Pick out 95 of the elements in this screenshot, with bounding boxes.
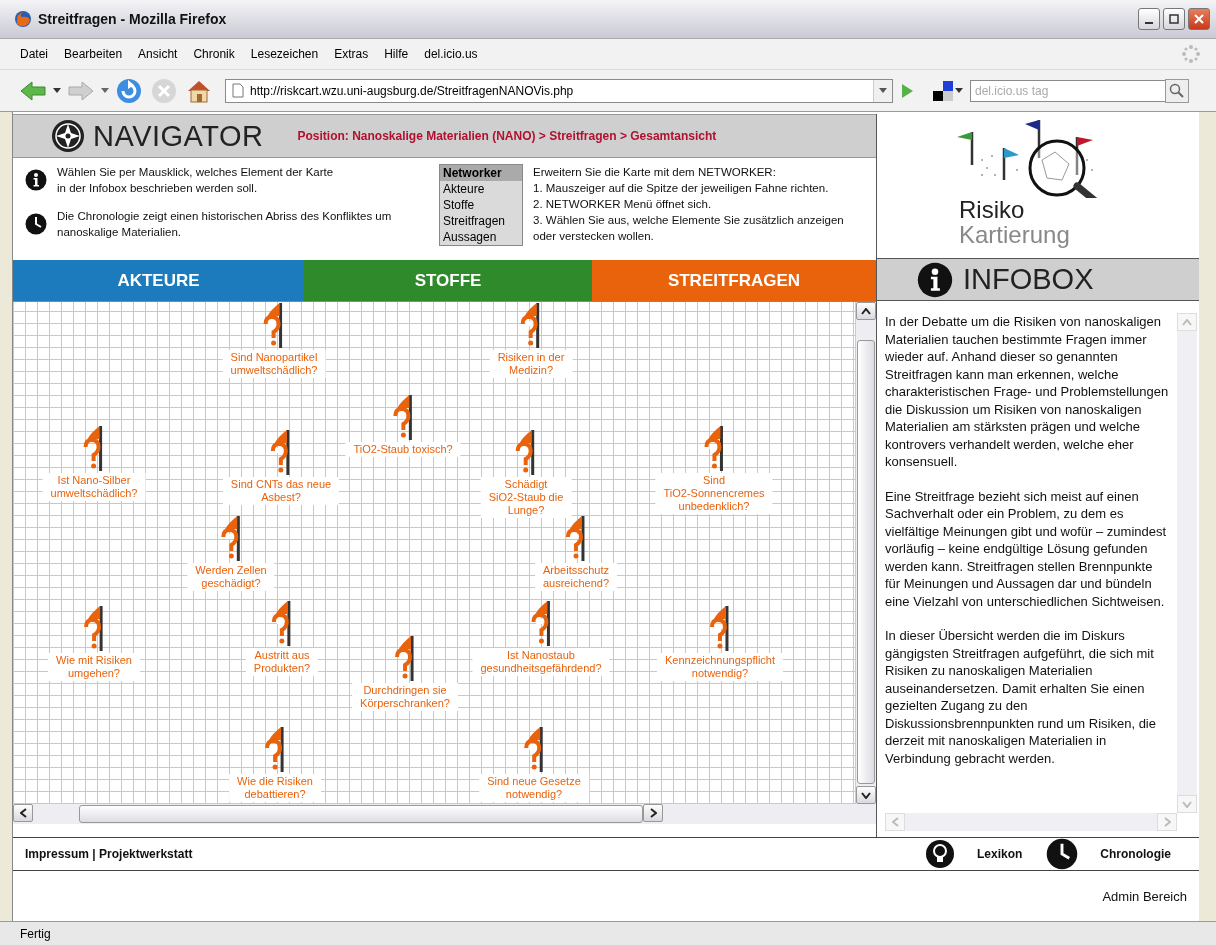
question-label[interactable]: Kennzeichnungspflicht notwendig? — [656, 653, 784, 681]
close-icon — [1194, 14, 1204, 24]
breadcrumb: Position: Nanoskalige Materialien (NANO) > Streitfragen > Gesamtansicht — [297, 129, 717, 143]
info-icon — [25, 169, 47, 191]
footer-link[interactable]: Lexikon — [924, 839, 1023, 869]
category-tab[interactable]: STREITFRAGEN — [592, 260, 876, 301]
window-title: Streitfragen - Mozilla Firefox — [38, 11, 228, 27]
networker-item[interactable]: Stoffe — [440, 197, 522, 213]
question-label[interactable]: Ist Nano-Silber umweltschädlich? — [42, 473, 146, 501]
back-button[interactable] — [18, 79, 48, 102]
dropdown-arrow-icon — [879, 87, 887, 94]
status-text: Fertig — [20, 926, 51, 941]
chevron-down-icon — [1182, 800, 1192, 808]
networker-title: Networker — [440, 165, 522, 181]
chevron-left-icon — [891, 817, 899, 827]
chevron-right-icon — [1163, 817, 1171, 827]
question-label[interactable]: Arbeitsschutz ausreichend? — [534, 563, 618, 591]
maximize-button[interactable] — [1163, 8, 1185, 30]
search-button[interactable] — [1165, 78, 1189, 103]
menu-item[interactable]: Extras — [326, 45, 377, 63]
scroll-left-button[interactable] — [13, 804, 33, 822]
search-icon — [1169, 82, 1185, 99]
question-label[interactable]: Wie die Risiken debattieren? — [229, 774, 321, 802]
infobox-title: INFOBOX — [963, 263, 1094, 296]
infobox-paragraph: In dieser Übersicht werden die im Diskurs gängigsten Streitfragen aufgeführt, die sich mit Risiken zu nanoskaligen Materialien auseinandersetzen. Damit erhalten Sie einen gezielten Zugang zu den Diskussionsbrennpunkten rund um Risiken, die derzeit mit nanoskaligen Materialien in Verbindung gebracht werden. — [885, 627, 1157, 767]
chevron-up-icon — [1182, 318, 1192, 326]
footer-link[interactable]: Chronologie — [1046, 838, 1171, 870]
menu-item[interactable]: Bearbeiten — [56, 45, 131, 63]
chevron-left-icon — [19, 808, 27, 818]
scroll-right-button[interactable] — [643, 804, 663, 822]
throbber-icon — [1182, 45, 1200, 63]
logo-subtitle: Kartierung — [959, 222, 1070, 248]
close-button[interactable] — [1188, 8, 1210, 30]
question-label[interactable]: Werden Zellen geschädigt? — [187, 563, 275, 591]
reload-button[interactable] — [114, 77, 144, 104]
footer-links[interactable]: Impressum | Projektwerkstatt — [25, 847, 193, 861]
reload-icon — [116, 77, 142, 104]
chevron-down-icon — [861, 791, 871, 799]
address-field[interactable]: http://riskcart.wzu.uni-augsburg.de/StreitfragenNANOVis.php — [225, 78, 893, 103]
question-label[interactable]: Sind CNTs das neue Asbest? — [222, 477, 340, 505]
menu-item[interactable]: Chronik — [185, 45, 243, 63]
play-icon — [900, 82, 914, 99]
menu-item[interactable]: Ansicht — [130, 45, 186, 63]
dropdown-arrow-icon[interactable] — [101, 87, 109, 94]
category-tab[interactable]: AKTEURE — [13, 260, 304, 301]
forward-arrow-icon — [68, 79, 94, 102]
dropdown-arrow-icon — [955, 87, 963, 94]
menu-item[interactable]: del.icio.us — [416, 45, 486, 63]
light-bulb-icon — [924, 839, 955, 869]
back-arrow-icon — [20, 79, 46, 102]
clock-icon — [25, 213, 47, 235]
hint-text: Wählen Sie per Mausklick, welches Element der Karte in der Infobox beschrieben werden soll. — [57, 165, 334, 196]
category-tab[interactable]: STOFFE — [304, 260, 592, 301]
bookmark-tag-button[interactable] — [931, 80, 965, 101]
page-icon — [232, 83, 244, 98]
squares-icon — [933, 80, 953, 101]
question-label[interactable]: TiO2-Staub toxisch? — [345, 442, 461, 457]
clock-icon — [1046, 838, 1079, 870]
dropdown-arrow-icon[interactable] — [53, 87, 61, 94]
infobox-paragraph: Eine Streitfrage bezieht sich meist auf einen Sachverhalt oder ein Problem, zu dem es vielfältige Meinungen gibt und wofür – zumindest vorläufig – keine endgültige Lösung gefunden werden kann. Streitfragen stellen Brennpunkte für Meinungen und Aussagen dar und bündeln eine Vielzahl von unterschiedlichen Sichtweisen. — [885, 487, 1168, 610]
info-icon — [917, 261, 953, 298]
maximize-icon — [1169, 14, 1179, 24]
question-label[interactable]: Sind TiO2-Sonnencremes unbedenklich? — [655, 473, 773, 514]
admin-link[interactable]: Admin Bereich — [1102, 889, 1187, 921]
home-icon — [186, 78, 212, 103]
menu-item[interactable]: Datei — [12, 45, 56, 63]
dropdown-button[interactable] — [873, 79, 892, 102]
menu-item[interactable]: Lesezeichen — [242, 45, 327, 63]
networker-item[interactable]: Aussagen — [440, 229, 522, 245]
question-label[interactable]: Durchdringen sie Körperschranken? — [352, 683, 458, 711]
question-label[interactable]: Austritt aus Produkten? — [245, 648, 319, 676]
infobox-paragraph: In der Debatte um die Risiken von nanoskaligen Materialien tauchen bestimmte Fragen immer wieder auf. Anhand dieser so genannten Streitfragen kann man erkennen, welche charakteristischen Frage- und Problemstellungen die Diskussion um Risiken von nanoskaligen Materialien am stärksten prägen und welche kontrovers verhandelt werden, welche eher konsensuell. — [885, 313, 1169, 471]
navigator-title: NAVIGATOR — [93, 119, 264, 153]
question-label[interactable]: Ist Nanostaub gesundheitsgefährdend? — [472, 648, 610, 676]
scroll-down-button[interactable] — [856, 786, 876, 804]
tag-field[interactable]: del.icio.us tag — [970, 79, 1166, 102]
menu-item[interactable]: Hilfe — [376, 45, 417, 63]
hint-text: Die Chronologie zeigt einen historischen Abriss des Konfliktes um nanoskalige Materialien. — [57, 209, 392, 240]
compass-icon — [51, 119, 85, 153]
chevron-up-icon — [861, 307, 871, 315]
chevron-right-icon — [649, 808, 657, 818]
stop-icon — [151, 77, 177, 104]
minimize-icon — [1145, 22, 1153, 24]
question-label[interactable]: Sind Nanopartikel umweltschädlich? — [222, 350, 326, 378]
browser-logo-icon — [14, 10, 32, 28]
question-label[interactable]: Risiken in der Medizin? — [489, 350, 573, 378]
question-label[interactable]: Wie mit Risiken umgehen? — [48, 653, 140, 681]
scroll-up-button[interactable] — [856, 302, 876, 320]
networker-instructions: Erweitern Sie die Karte mit dem NETWORKER: 1. Mauszeiger auf die Spitze der jeweiligen Fahne richten. 2. NETWORKER Menü öffnet sich. 3. Wählen Sie aus, welche Elemente Sie zusätzlich anzeigen oder verstecken wollen. — [533, 165, 844, 244]
networker-item[interactable]: Streitfragen — [440, 213, 522, 229]
question-label[interactable]: Schädigt SiO2-Staub die Lunge? — [480, 477, 572, 518]
logo-title: Risiko — [959, 198, 1025, 222]
minimize-button[interactable] — [1138, 8, 1160, 30]
networker-item[interactable]: Akteure — [440, 181, 522, 197]
question-label[interactable]: Sind neue Gesetze notwendig? — [479, 774, 589, 802]
